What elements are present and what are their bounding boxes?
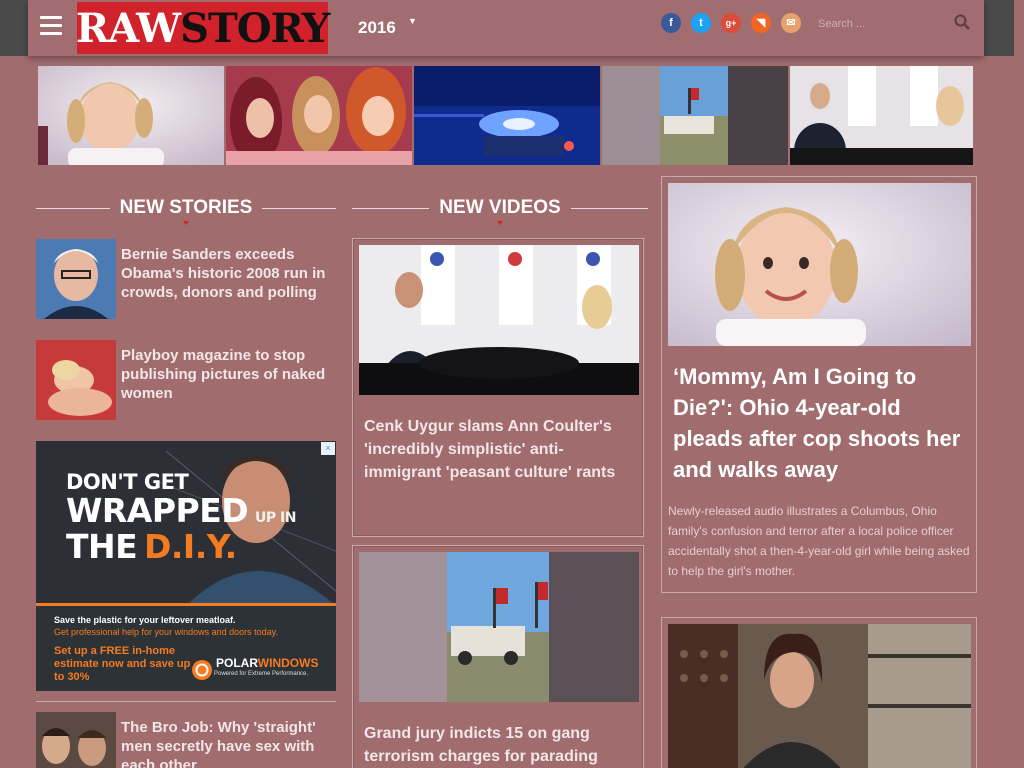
ad-tagline-2: Get professional help for your windows a…	[54, 627, 278, 637]
facebook-icon[interactable]: f	[661, 13, 681, 33]
ad-brand: POLARWINDOWS	[216, 656, 319, 670]
feature-card[interactable]	[661, 617, 977, 768]
ad-cta: Set up a FREE in-home estimate now and s…	[54, 645, 191, 683]
email-icon[interactable]: ✉	[781, 13, 801, 33]
ad-brand-logo-icon	[192, 660, 212, 680]
story-thumbnail	[36, 340, 116, 420]
ad-line-the: THE	[66, 527, 138, 566]
heading-pointer-icon	[497, 221, 503, 225]
feature-card[interactable]: ‘Mommy, Am I Going to Die?': Ohio 4-year…	[661, 176, 977, 593]
year-label: 2016	[358, 18, 396, 37]
strip-photo-women[interactable]	[226, 66, 412, 165]
site-logo[interactable]: RAWSTORY	[75, 2, 330, 54]
story-divider	[36, 701, 336, 702]
story-item[interactable]: Bernie Sanders exceeds Obama's historic …	[36, 239, 336, 319]
header-edge-left	[0, 0, 28, 56]
year-dropdown[interactable]: 2016 ▼	[358, 16, 417, 38]
ad-line-diy: D.I.Y.	[143, 527, 237, 566]
ad-close-icon[interactable]: ×	[321, 442, 335, 455]
header-edge-right	[984, 0, 1014, 56]
heading-rule	[352, 207, 430, 209]
video-thumbnail	[359, 552, 639, 702]
story-thumbnail	[36, 712, 116, 768]
heading-rule	[262, 207, 337, 209]
strip-photo-panel[interactable]	[790, 66, 973, 165]
video-card[interactable]: Cenk Uygur slams Ann Coulter's 'incredib…	[352, 238, 644, 537]
logo-text: RAWSTORY	[75, 4, 330, 52]
strip-photo-police[interactable]	[414, 66, 600, 165]
new-stories-title: NEW STORIES	[119, 197, 253, 218]
search-input[interactable]	[818, 13, 948, 35]
heading-pointer-icon	[183, 221, 189, 225]
hamburger-menu-icon[interactable]	[40, 16, 62, 36]
video-title: Grand jury indicts 15 on gang terrorism …	[364, 725, 598, 765]
strip-photo-girl[interactable]	[38, 66, 224, 165]
ad-headline: DON'T GET WRAPPED UP IN THE D.I.Y.	[66, 471, 296, 565]
rss-icon[interactable]: ◥	[751, 13, 771, 33]
feature-summary: Newly-released audio illustrates a Colum…	[668, 504, 970, 578]
ad-tagline-1: Save the plastic for your leftover meatl…	[54, 615, 236, 625]
new-videos-title: NEW VIDEOS	[439, 197, 561, 218]
ad-line-dont: DON'T GET	[66, 470, 189, 494]
twitter-icon[interactable]: t	[691, 13, 711, 33]
story-item[interactable]: Playboy magazine to stop publishing pict…	[36, 340, 336, 420]
strip-photo-truck[interactable]	[602, 66, 788, 165]
story-title: Playboy magazine to stop publishing pict…	[121, 347, 326, 402]
video-thumbnail	[359, 245, 639, 395]
search-icon[interactable]	[954, 14, 970, 30]
video-title: Cenk Uygur slams Ann Coulter's 'incredib…	[364, 418, 616, 481]
ad-footer: Save the plastic for your leftover meatl…	[36, 603, 336, 691]
ad-brand-tagline: Powered for Extreme Performance.	[214, 671, 309, 677]
feature-image	[668, 624, 971, 768]
chevron-down-icon: ▼	[408, 16, 417, 26]
video-card[interactable]: Grand jury indicts 15 on gang terrorism …	[352, 545, 644, 768]
heading-rule	[570, 207, 648, 209]
ad-line-upin: UP IN	[254, 510, 296, 526]
feature-image	[668, 183, 971, 346]
story-title: Bernie Sanders exceeds Obama's historic …	[121, 246, 326, 301]
story-title: The Bro Job: Why 'straight' men secretly…	[121, 719, 316, 768]
new-stories-heading: NEW STORIES	[36, 196, 337, 225]
story-thumbnail	[36, 239, 116, 319]
new-videos-heading: NEW VIDEOS	[352, 196, 648, 225]
google-plus-icon[interactable]: g+	[721, 13, 741, 33]
ad-line-wrapped: WRAPPED	[66, 491, 249, 530]
advertisement[interactable]: × DON'T GET WRAPPED UP IN THE D.I.Y. Sav…	[36, 441, 336, 691]
heading-rule	[36, 207, 110, 209]
feature-title: ‘Mommy, Am I Going to Die?': Ohio 4-year…	[673, 364, 961, 482]
story-item[interactable]: The Bro Job: Why 'straight' men secretly…	[36, 712, 336, 768]
